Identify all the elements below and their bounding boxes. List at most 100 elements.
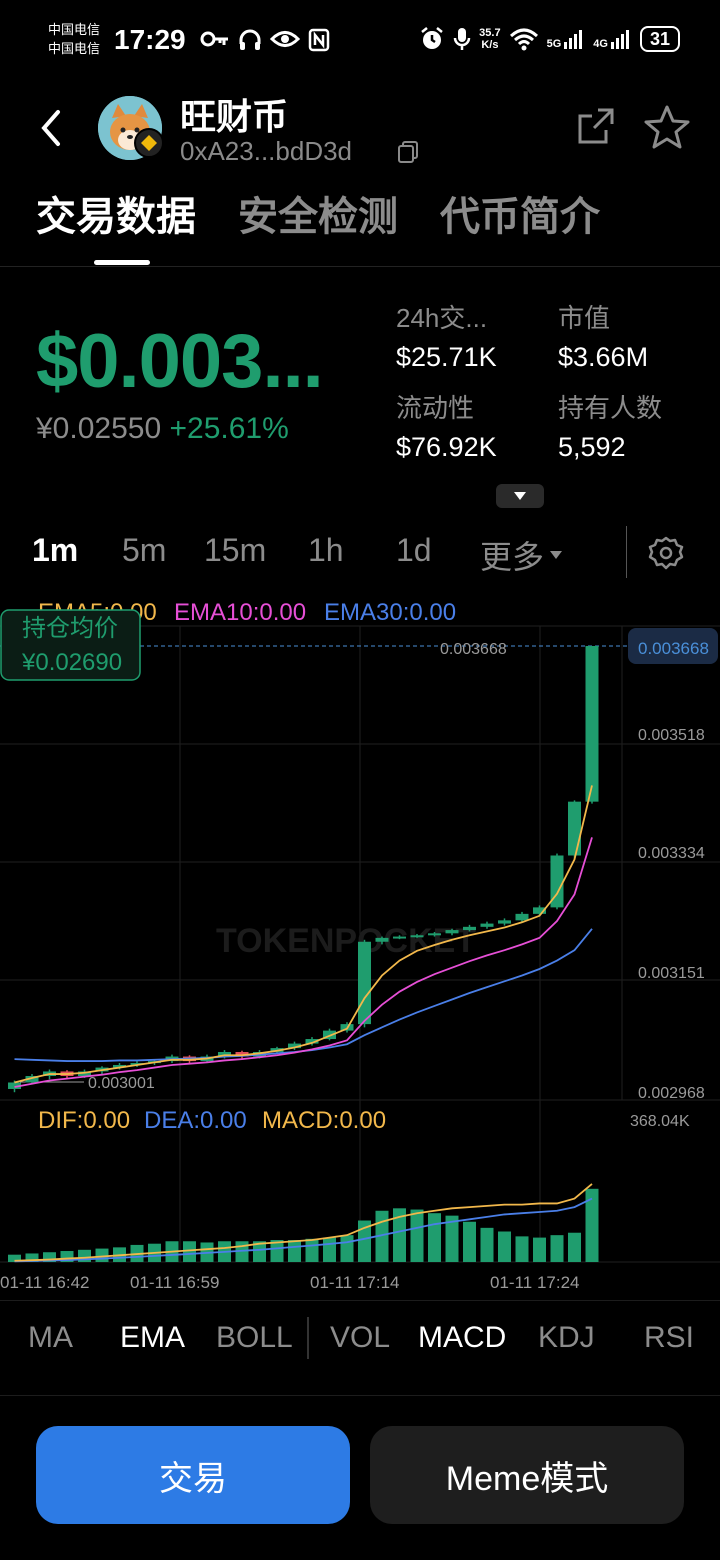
tabs-divider	[0, 266, 720, 267]
net-speed-value: 35.7	[479, 27, 501, 39]
stat-liquidity-value: $76.92K	[396, 432, 497, 462]
back-arrow-icon[interactable]	[34, 108, 70, 148]
caret-down-icon	[550, 551, 563, 559]
indicator-bar: MA EMA BOLL VOL MACD KDJ RSI	[0, 1300, 720, 1396]
expand-stats-button[interactable]	[496, 484, 544, 508]
stat-mcap-value: $3.66M	[558, 342, 649, 372]
candle-body	[515, 913, 529, 921]
volume-bar	[428, 1213, 441, 1262]
gear-icon[interactable]	[648, 536, 684, 572]
interval-1m[interactable]: 1m	[32, 532, 78, 569]
status-right-icons: 35.7 K/s 5G 4G 31	[419, 26, 680, 52]
price-chart[interactable]: TOKENPOCKET EMA5:0.00 EMA10:0.00 EMA30:0…	[0, 590, 720, 1300]
wifi-icon	[509, 28, 538, 51]
stat-holders-value: 5,592	[558, 432, 626, 462]
price-cny: ¥0.02550	[36, 412, 162, 445]
carrier-2: 中国电信	[48, 41, 101, 56]
interval-5m[interactable]: 5m	[122, 532, 166, 569]
candle-body	[498, 920, 511, 924]
carrier-1: 中国电信	[48, 22, 101, 37]
candle-body	[358, 941, 371, 1025]
y-tick-label: 0.003151	[638, 965, 705, 982]
volume-bar	[288, 1240, 301, 1262]
signal-4g-label: 4G	[593, 38, 608, 50]
candle-body	[568, 801, 581, 856]
eye-icon	[270, 31, 300, 47]
volume-bars-layer	[8, 1188, 599, 1262]
dif-legend: DIF:0.00	[38, 1107, 130, 1134]
candle-body	[445, 930, 459, 934]
indicator-ema[interactable]: EMA	[120, 1321, 185, 1355]
price-usd: $0.003...	[36, 319, 324, 404]
candle-body	[585, 646, 599, 802]
interval-15m[interactable]: 15m	[204, 532, 266, 569]
x-tick-label: 01-11 16:59	[130, 1273, 219, 1292]
indicator-boll[interactable]: BOLL	[216, 1321, 293, 1355]
token-name: 旺财币	[180, 96, 289, 137]
volume-bar	[95, 1248, 109, 1262]
signal-bars-icon	[610, 30, 629, 49]
volume-bar	[305, 1238, 319, 1262]
interval-more[interactable]: 更多	[480, 532, 563, 578]
indicator-ma[interactable]: MA	[28, 1321, 73, 1355]
indicator-kdj[interactable]: KDJ	[538, 1321, 595, 1355]
stat-volume-label: 24h交...	[396, 303, 488, 333]
status-left-icons	[200, 28, 330, 52]
microphone-icon	[453, 28, 471, 50]
ema10-legend: EMA10:0.00	[174, 599, 306, 626]
indicator-rsi[interactable]: RSI	[644, 1321, 694, 1355]
macd-legend: MACD:0.00	[262, 1107, 386, 1134]
volume-bar	[515, 1236, 529, 1262]
indicator-macd[interactable]: MACD	[418, 1321, 506, 1355]
y-tick-label: 0.003334	[638, 845, 705, 862]
candle-body	[428, 933, 441, 936]
headphones-icon	[239, 29, 261, 50]
signal-5g-label: 5G	[546, 38, 562, 50]
current-price-tag: 0.003668	[638, 639, 709, 658]
key-icon	[200, 31, 228, 47]
current-price-line-label: 0.003668	[440, 641, 507, 658]
tab-security-check[interactable]: 安全检测	[238, 184, 398, 242]
volume-bar	[183, 1241, 196, 1262]
status-bar: 中国电信 中国电信 17:29 35.7 K/s 5G 4G 31	[0, 0, 720, 80]
token-address: 0xA23...bdD3d	[180, 136, 353, 166]
nfc-icon	[308, 28, 330, 52]
favorite-star-icon[interactable]	[644, 104, 690, 150]
tab-token-intro[interactable]: 代币简介	[440, 184, 600, 242]
volume-max-label: 368.04K	[630, 1113, 690, 1130]
avg-cost-value: ¥0.02690	[21, 649, 122, 676]
volume-bar	[410, 1209, 424, 1262]
trade-button[interactable]: 交易	[36, 1426, 350, 1524]
stat-mcap-label: 市值	[558, 303, 611, 333]
active-tab-indicator	[94, 260, 150, 265]
price-cny-row: ¥0.02550 +25.61%	[36, 412, 289, 446]
ema10-line	[14, 837, 593, 1088]
chart-watermark: TOKENPOCKET	[216, 922, 476, 960]
stat-volume-value: $25.71K	[396, 342, 497, 372]
tab-trading-data[interactable]: 交易数据	[36, 184, 196, 242]
x-tick-label: 01-11 17:14	[310, 1273, 399, 1292]
interval-1d[interactable]: 1d	[396, 532, 432, 569]
candle-body	[480, 923, 494, 927]
y-tick-label: 0.003518	[638, 727, 705, 744]
candles-layer	[8, 646, 599, 1093]
meme-mode-button[interactable]: Meme模式	[370, 1426, 684, 1524]
interval-1h[interactable]: 1h	[308, 532, 344, 569]
stat-liquidity-label: 流动性	[396, 393, 475, 423]
signal-5g: 5G	[547, 28, 586, 50]
volume-bar	[498, 1231, 511, 1262]
interval-selector: 1m 5m 15m 1h 1d 更多	[32, 532, 692, 576]
copy-icon[interactable]	[396, 140, 420, 164]
volume-bar	[533, 1237, 546, 1262]
volume-bar	[323, 1237, 336, 1262]
share-icon[interactable]	[576, 106, 616, 146]
bnb-icon	[141, 135, 157, 151]
indicator-vol[interactable]: VOL	[330, 1321, 390, 1355]
indicator-divider	[307, 1317, 309, 1359]
status-time: 17:29	[114, 24, 186, 55]
candle-body	[393, 936, 406, 939]
low-marker-label: 0.003001	[88, 1075, 155, 1092]
battery-indicator: 31	[639, 26, 680, 52]
alarm-icon	[421, 27, 443, 49]
y-tick-label: 0.002968	[638, 1085, 705, 1102]
